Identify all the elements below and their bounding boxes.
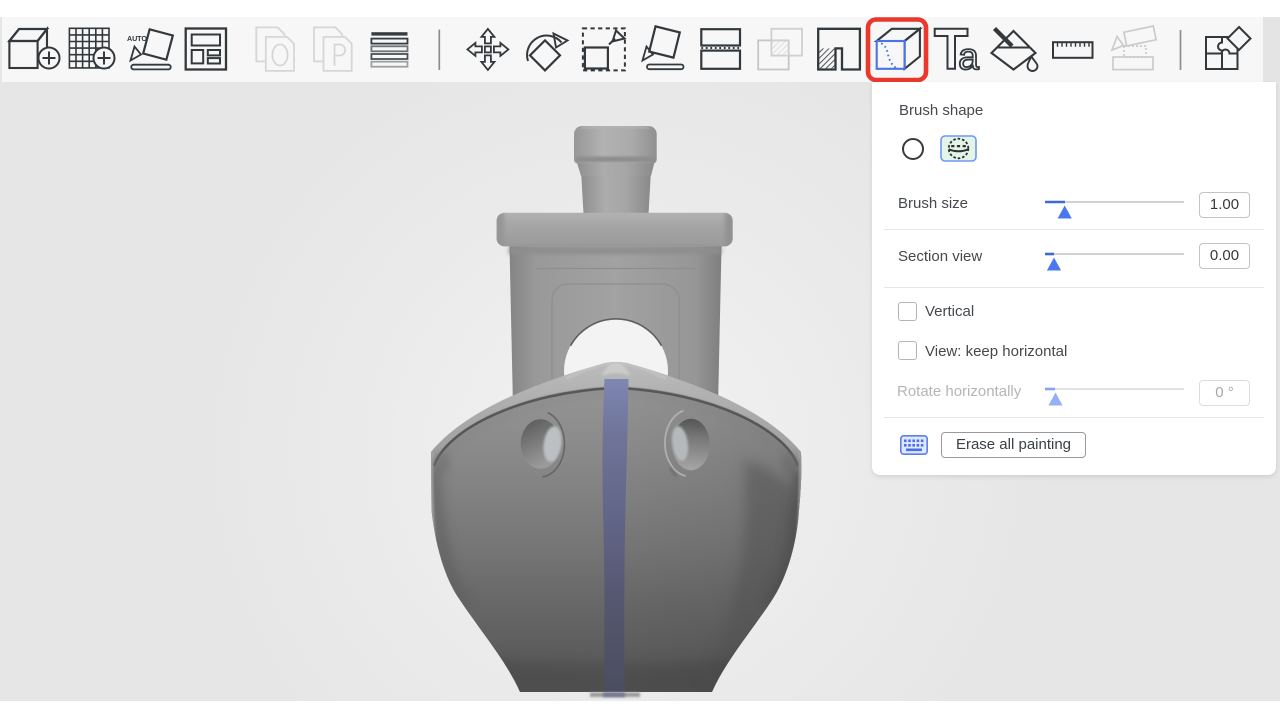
- svg-text:AUTO: AUTO: [127, 34, 147, 43]
